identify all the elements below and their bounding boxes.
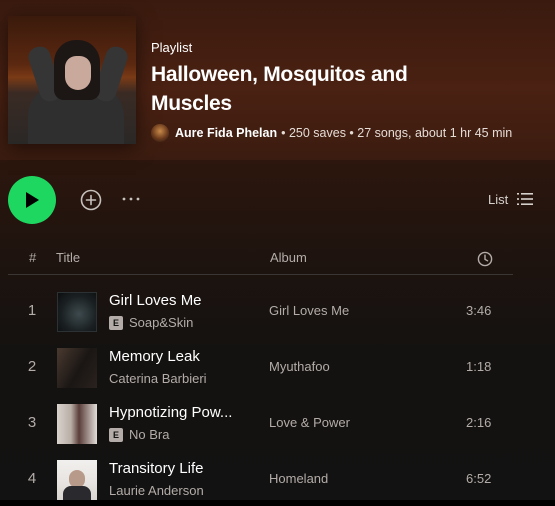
track-artist[interactable]: Soap&Skin [129,315,193,330]
track-album[interactable]: Girl Loves Me [269,303,349,318]
track-number: 4 [27,470,37,487]
track-album-art [57,292,97,332]
view-mode-toggle[interactable]: List [488,190,534,208]
owner-link[interactable]: Aure Fida Phelan [175,126,277,140]
track-subtitle: E Soap&Skin [109,315,193,330]
column-header-number: # [29,250,37,265]
add-to-library-button[interactable] [80,189,102,211]
clock-icon [477,251,493,267]
track-subtitle: Caterina Barbieri [109,371,207,386]
track-title[interactable]: Memory Leak [109,348,200,365]
track-artist[interactable]: Caterina Barbieri [109,371,207,386]
track-number: 2 [27,358,37,375]
playlist-cover-image[interactable] [8,16,136,144]
plus-circle-icon [80,189,102,211]
playlist-type-label: Playlist [151,40,193,55]
track-album-art [57,404,97,444]
track-subtitle: Laurie Anderson [109,483,204,498]
track-duration: 3:46 [466,303,492,318]
explicit-badge: E [109,315,123,330]
playlist-stats: • 250 saves • 27 songs, about 1 hr 45 mi… [281,126,513,140]
playlist-title[interactable]: Halloween, Mosquitos and Muscles [151,60,451,118]
track-title[interactable]: Transitory Life [109,460,203,477]
more-options-button[interactable] [121,190,143,208]
bottom-edge [0,500,555,506]
owner-avatar[interactable] [151,124,169,142]
track-title[interactable]: Hypnotizing Pow... [109,404,232,421]
track-album-art [57,348,97,388]
column-header-title[interactable]: Title [56,250,80,265]
track-row[interactable]: 1 Girl Loves Me E Soap&Skin Girl Loves M… [0,284,555,340]
play-button[interactable] [8,176,56,224]
view-mode-label: List [488,191,509,207]
track-artist[interactable]: No Bra [129,427,169,442]
playlist-meta: Aure Fida Phelan • 250 saves • 27 songs,… [151,124,512,142]
track-subtitle: E No Bra [109,427,169,442]
track-number: 1 [27,302,37,319]
track-number: 3 [27,414,37,431]
explicit-badge: E [109,427,123,442]
track-duration: 2:16 [466,415,492,430]
more-dots-icon [122,197,140,201]
track-row[interactable]: 2 Memory Leak Caterina Barbieri Myuthafo… [0,340,555,396]
list-view-icon [517,193,534,205]
column-header-album[interactable]: Album [270,250,307,265]
track-row[interactable]: 4 Transitory Life Laurie Anderson Homela… [0,452,555,506]
track-duration: 6:52 [466,471,492,486]
track-duration: 1:18 [466,359,492,374]
column-header-duration[interactable] [477,251,493,270]
play-icon [26,192,39,208]
track-row[interactable]: 3 Hypnotizing Pow... E No Bra Love & Pow… [0,396,555,452]
track-album[interactable]: Homeland [269,471,328,486]
track-album-art [57,460,97,500]
track-album[interactable]: Myuthafoo [269,359,330,374]
header-divider [8,274,513,275]
track-album[interactable]: Love & Power [269,415,350,430]
track-artist[interactable]: Laurie Anderson [109,483,204,498]
track-title[interactable]: Girl Loves Me [109,292,202,309]
